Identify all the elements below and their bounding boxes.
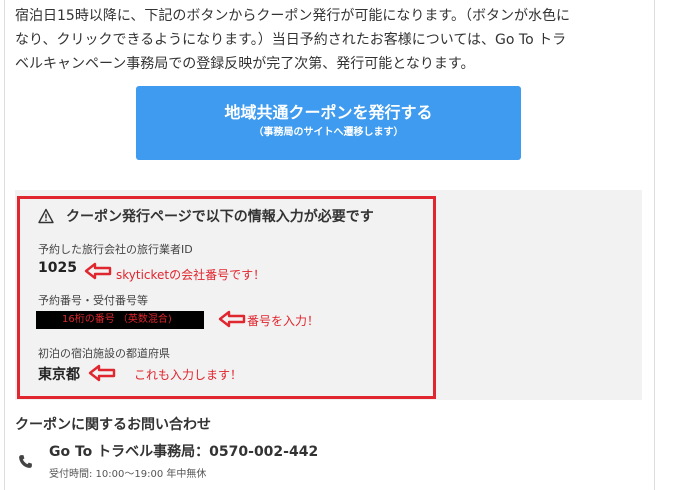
contact-office-phone: Go To トラベル事務局：0570-002-442 (49, 444, 319, 460)
prefecture-note: これも入力します！ (134, 368, 243, 382)
intro-line-3: ベルキャンペーン事務局での登録反映が完了次第、発行可能となります。 (15, 56, 475, 72)
intro-paragraph: 宿泊日15時以降に、下記のボタンからクーポン発行が可能になります。（ボタンが水色… (15, 4, 645, 76)
phone-icon (19, 455, 32, 468)
prefecture-value: 東京都 (38, 367, 80, 383)
prefecture-label: 初泊の宿泊施設の都道府県 (38, 347, 170, 360)
agency-id-label: 予約した旅行会社の旅行業者ID (38, 243, 193, 256)
agency-id-note: skyticketの会社番号です！ (116, 268, 266, 282)
content-left-border (4, 0, 5, 490)
issue-coupon-button-label: 地域共通クーポンを発行する (224, 103, 433, 122)
required-info-heading: クーポン発行ページで以下の情報入力が必要です (38, 206, 374, 226)
warning-triangle-icon (38, 208, 54, 224)
contact-heading: クーポンに関するお問い合わせ (15, 417, 211, 433)
issue-coupon-button[interactable]: 地域共通クーポンを発行する （事務局のサイトへ遷移します） (136, 86, 521, 160)
contact-hours: 受付時間: 10:00～19:00 年中無休 (49, 469, 207, 480)
booking-number-note: 番号を入力！ (247, 314, 320, 328)
booking-number-label: 予約番号・受付番号等 (38, 294, 148, 307)
annotation-arrow-icon (84, 262, 112, 280)
issue-coupon-button-sublabel: （事務局のサイトへ遷移します） (253, 127, 404, 138)
annotation-arrow-icon (88, 364, 116, 382)
required-info-title: クーポン発行ページで以下の情報入力が必要です (66, 209, 374, 225)
intro-line-2: なり、クリックできるようになります。）当日予約されたお客様については、Go To… (15, 32, 567, 48)
booking-number-value-redacted: 16桁の番号 （英数混合) (36, 311, 204, 329)
annotation-arrow-icon (218, 310, 246, 328)
intro-line-1: 宿泊日15時以降に、下記のボタンからクーポン発行が可能になります。（ボタンが水色… (15, 8, 570, 24)
content-right-border (654, 0, 655, 490)
agency-id-value: 1025 (38, 260, 77, 276)
